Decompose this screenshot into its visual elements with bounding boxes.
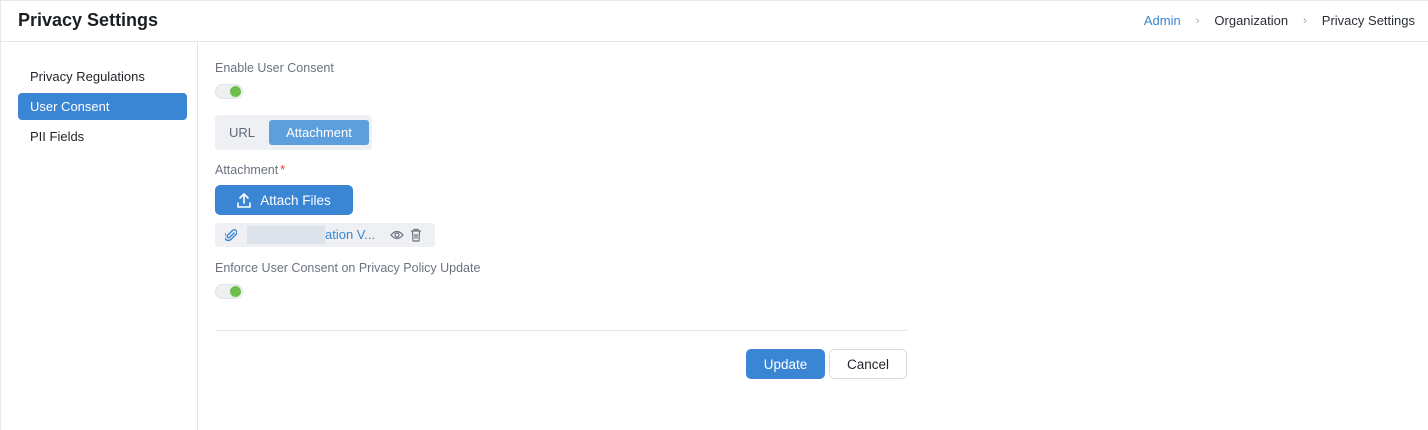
breadcrumb: Admin › Organization › Privacy Settings: [1144, 13, 1415, 28]
breadcrumb-organization[interactable]: Organization: [1214, 13, 1288, 28]
header: Privacy Settings Admin › Organization › …: [1, 1, 1428, 42]
sidebar-item-user-consent[interactable]: User Consent: [18, 93, 187, 120]
tab-attachment[interactable]: Attachment: [269, 120, 369, 145]
toggle-knob: [230, 86, 241, 97]
cancel-button[interactable]: Cancel: [829, 349, 907, 379]
toggle-knob: [230, 286, 241, 297]
attached-file-name[interactable]: ation V...: [325, 227, 375, 242]
attach-files-label: Attach Files: [260, 192, 331, 208]
breadcrumb-admin[interactable]: Admin: [1144, 13, 1181, 28]
enable-consent-label: Enable User Consent: [215, 61, 334, 75]
upload-icon: [237, 192, 252, 208]
update-button[interactable]: Update: [746, 349, 825, 379]
source-tab-group: URL Attachment: [215, 115, 372, 150]
eye-icon[interactable]: [390, 229, 404, 241]
divider: [215, 330, 907, 331]
enforce-consent-label: Enforce User Consent on Privacy Policy U…: [215, 261, 481, 275]
chevron-right-icon: ›: [1195, 14, 1200, 27]
attachment-label-text: Attachment: [215, 163, 279, 177]
page: Privacy Settings Admin › Organization › …: [0, 0, 1428, 430]
redacted-filename: [247, 226, 325, 244]
attachment-label: Attachment *: [215, 163, 285, 177]
enforce-consent-toggle[interactable]: [215, 284, 243, 299]
sidebar-item-pii-fields[interactable]: PII Fields: [18, 123, 187, 150]
paperclip-icon: [225, 229, 237, 242]
sidebar: Privacy Regulations User Consent PII Fie…: [1, 42, 198, 430]
attached-file-chip: ation V...: [215, 223, 435, 247]
trash-icon[interactable]: [410, 228, 422, 242]
tab-url[interactable]: URL: [222, 120, 262, 145]
required-mark: *: [280, 163, 286, 177]
enable-consent-toggle[interactable]: [215, 84, 243, 99]
main-content: Enable User Consent URL Attachment Attac…: [214, 42, 914, 430]
breadcrumb-privacy-settings: Privacy Settings: [1321, 13, 1415, 28]
sidebar-item-privacy-regulations[interactable]: Privacy Regulations: [18, 63, 187, 90]
attach-files-button[interactable]: Attach Files: [215, 185, 353, 215]
chevron-right-icon: ›: [1303, 14, 1307, 27]
page-title: Privacy Settings: [18, 10, 159, 30]
